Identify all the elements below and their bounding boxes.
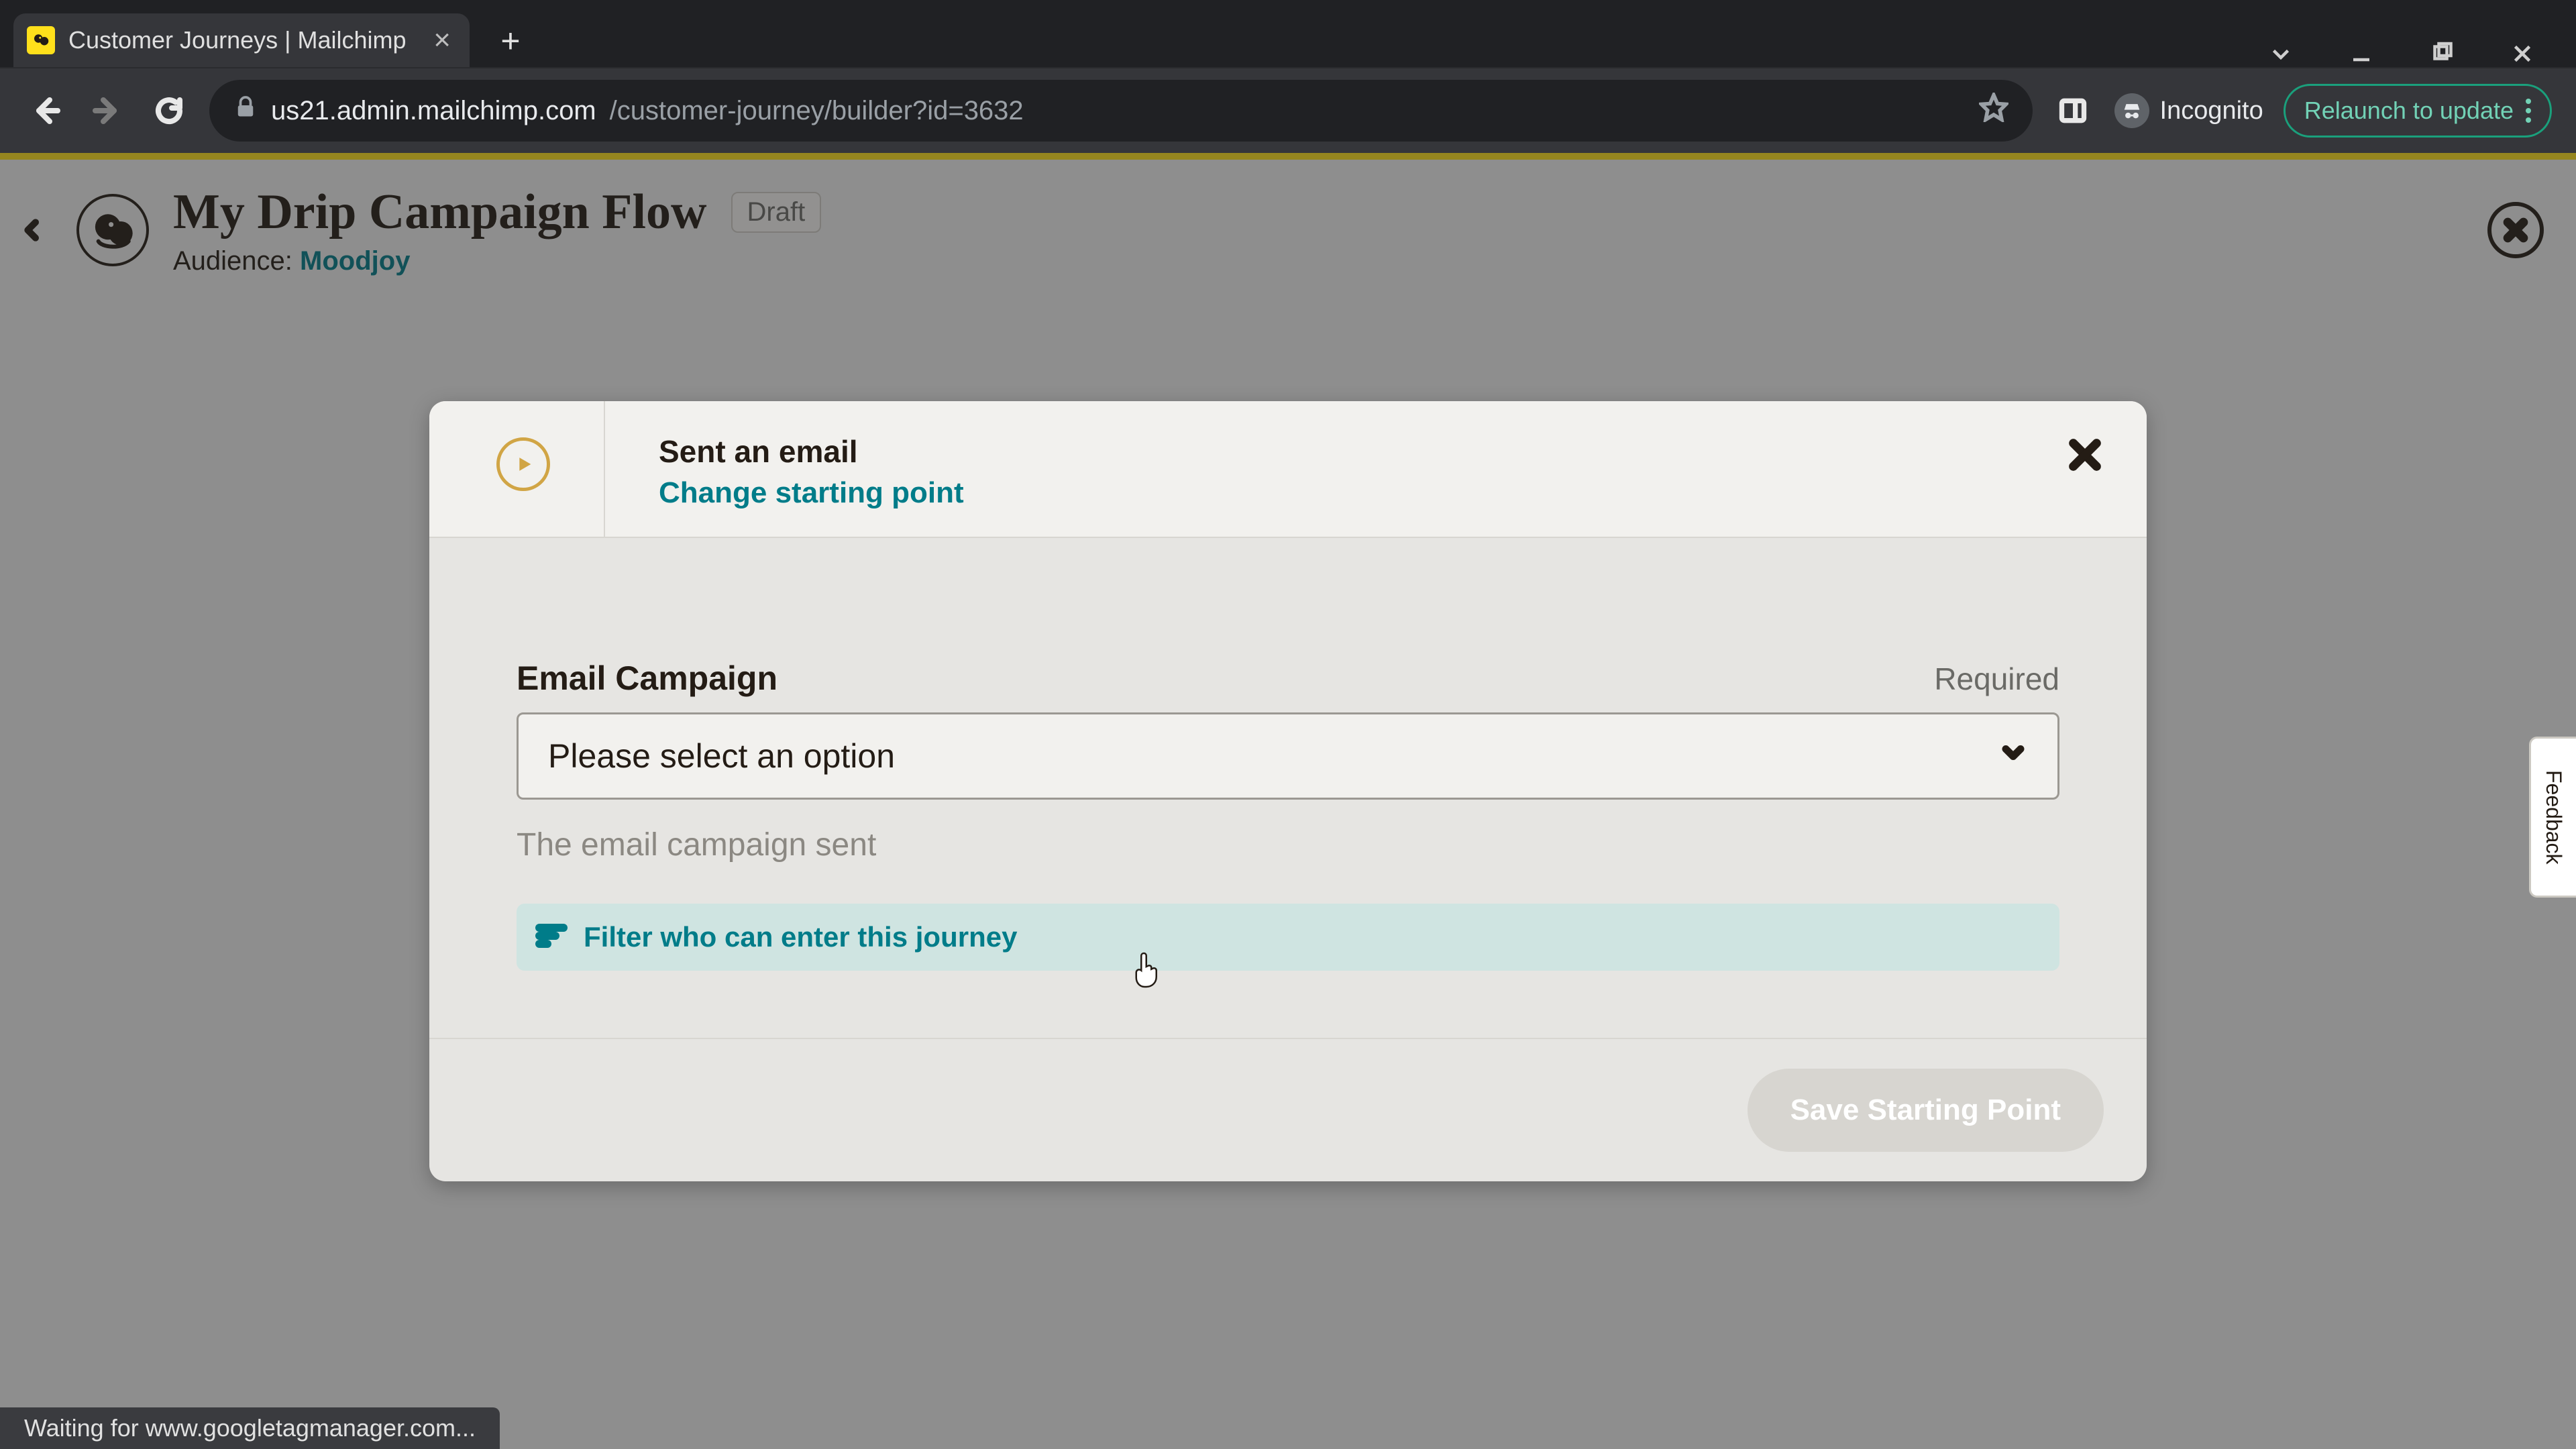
url-host: us21.admin.mailchimp.com: [271, 96, 596, 126]
url-path: /customer-journey/builder?id=3632: [610, 96, 1024, 126]
toolbar-right-group: Incognito Relaunch to update: [2051, 84, 2552, 138]
filter-label: Filter who can enter this journey: [584, 921, 1017, 953]
save-starting-point-button[interactable]: Save Starting Point: [1748, 1069, 2104, 1152]
mailchimp-favicon: [27, 26, 55, 54]
incognito-indicator[interactable]: Incognito: [2114, 93, 2263, 128]
starting-point-modal: Sent an email Change starting point Emai…: [429, 401, 2147, 1181]
modal-title-block: Sent an email Change starting point: [659, 433, 964, 510]
nav-reload-button[interactable]: [148, 89, 191, 132]
incognito-label: Incognito: [2160, 97, 2263, 125]
plus-icon: +: [500, 21, 520, 60]
tab-strip: Customer Journeys | Mailchimp × +: [0, 0, 2576, 67]
chrome-menu-icon[interactable]: [2526, 99, 2531, 123]
play-circle-icon: [496, 437, 550, 491]
tab-title: Customer Journeys | Mailchimp: [68, 26, 420, 54]
tab-close-icon[interactable]: ×: [433, 25, 451, 55]
lock-icon: [233, 95, 258, 126]
filter-icon: [535, 920, 568, 955]
select-placeholder: Please select an option: [548, 737, 895, 775]
modal-header: Sent an email Change starting point: [429, 401, 2147, 538]
save-button-label: Save Starting Point: [1790, 1093, 2061, 1127]
email-campaign-label: Email Campaign: [517, 659, 777, 698]
browser-status-bar: Waiting for www.googletagmanager.com...: [0, 1407, 500, 1449]
field-label-row: Email Campaign Required: [517, 659, 2059, 698]
relaunch-label: Relaunch to update: [2304, 97, 2514, 125]
app-viewport: My Drip Campaign Flow Draft Audience: Mo…: [0, 153, 2576, 1449]
nav-back-button[interactable]: [24, 89, 67, 132]
browser-tab[interactable]: Customer Journeys | Mailchimp ×: [13, 13, 470, 67]
modal-body: Email Campaign Required Please select an…: [429, 538, 2147, 1038]
filter-entrants-button[interactable]: Filter who can enter this journey: [517, 904, 2059, 971]
new-tab-button[interactable]: +: [487, 17, 534, 64]
window-minimize-button[interactable]: [2348, 40, 2375, 67]
chevron-down-icon: [1998, 737, 2028, 775]
modal-footer: Save Starting Point: [429, 1038, 2147, 1181]
incognito-icon: [2114, 93, 2149, 128]
modal-close-button[interactable]: [2061, 431, 2109, 479]
relaunch-button[interactable]: Relaunch to update: [2284, 84, 2552, 138]
feedback-tab[interactable]: Feedback: [2529, 737, 2576, 898]
change-starting-point-link[interactable]: Change starting point: [659, 476, 964, 510]
bookmark-star-icon[interactable]: [1979, 93, 2008, 129]
nav-forward-button[interactable]: [86, 89, 129, 132]
window-maximize-button[interactable]: [2428, 40, 2455, 67]
modal-title: Sent an email: [659, 433, 964, 470]
required-indicator: Required: [1934, 661, 2059, 697]
field-helper-text: The email campaign sent: [517, 826, 2059, 863]
header-divider: [604, 401, 605, 537]
address-bar[interactable]: us21.admin.mailchimp.com/customer-journe…: [209, 80, 2033, 142]
email-campaign-select[interactable]: Please select an option: [517, 712, 2059, 800]
browser-chrome: Customer Journeys | Mailchimp × + us21.a…: [0, 0, 2576, 153]
window-close-button[interactable]: [2509, 40, 2536, 67]
side-panel-icon[interactable]: [2051, 89, 2094, 132]
window-controls: [2267, 40, 2576, 67]
tabs-dropdown-icon[interactable]: [2267, 40, 2294, 67]
browser-toolbar: us21.admin.mailchimp.com/customer-journe…: [0, 67, 2576, 153]
